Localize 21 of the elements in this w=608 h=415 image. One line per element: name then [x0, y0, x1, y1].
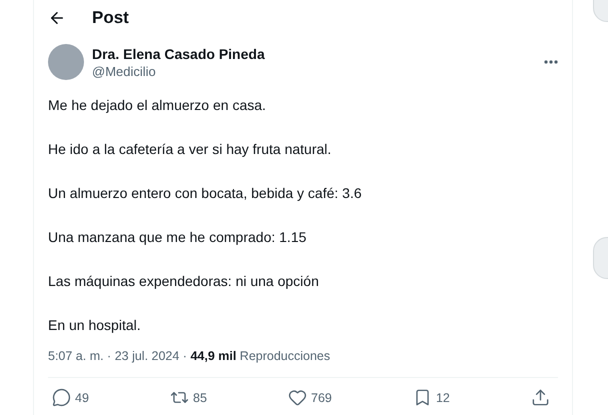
like-button[interactable]: 769 [288, 388, 332, 407]
reply-button[interactable]: 49 [52, 388, 89, 407]
post-paragraph: He ido a la cafetería a ver si hay fruta natural. [48, 140, 332, 159]
post-paragraph: En un hospital. [48, 316, 142, 335]
bookmark-button[interactable]: 12 [412, 388, 450, 407]
speech-bubble-icon [52, 388, 71, 407]
author-name[interactable]: Dra. Elena Casado Pineda [92, 46, 536, 62]
author-handle[interactable]: @Medicilio [92, 64, 536, 78]
more-icon [544, 60, 558, 64]
share-button[interactable] [530, 388, 550, 407]
more-button[interactable] [544, 60, 558, 64]
post-paragraph: Me he dejado el almuerzo en casa. [48, 96, 267, 115]
post-meta: 5:07 a. m. · 23 jul. 2024 · 44,9 mil Reproducciones [48, 349, 558, 378]
page-title: Post [92, 8, 129, 28]
repost-button[interactable]: 85 [170, 388, 207, 407]
share-icon [530, 388, 550, 407]
post-paragraph: Un almuerzo entero con bocata, bebida y café: 3.6 [48, 184, 363, 203]
heart-icon [288, 388, 307, 407]
back-button[interactable] [48, 9, 66, 27]
post-paragraph: Una manzana que me he comprado: 1.15 [48, 228, 308, 247]
post-paragraph: Las máquinas expendedoras: ni una opción [48, 272, 320, 291]
